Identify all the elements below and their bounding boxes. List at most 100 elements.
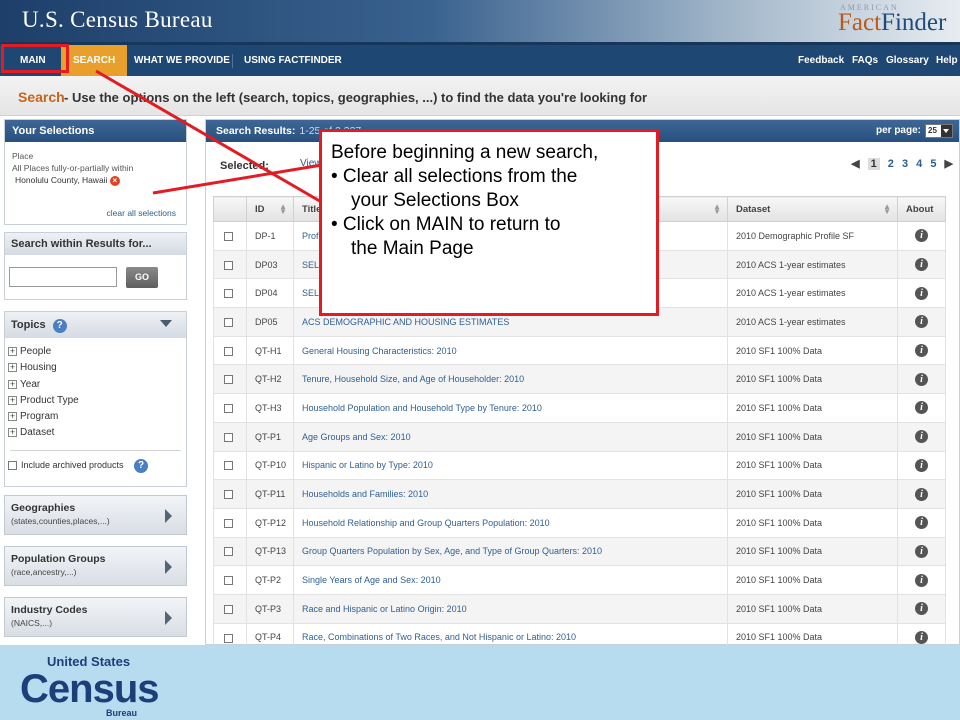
row-checkbox[interactable] <box>223 633 233 643</box>
page-link[interactable]: 1 <box>867 158 880 170</box>
page-link[interactable]: 2 <box>888 158 894 170</box>
topic-item-people[interactable]: + People <box>8 344 186 360</box>
per-page-select[interactable]: 25 <box>925 124 953 138</box>
row-title-link[interactable]: Tenure, Household Size, and Age of House… <box>302 374 524 384</box>
expand-plus-icon[interactable]: + <box>8 412 17 422</box>
topic-item-dataset[interactable]: + Dataset <box>8 425 186 441</box>
info-icon[interactable]: i <box>915 372 928 386</box>
nav-glossary[interactable]: Glossary <box>886 45 929 76</box>
info-icon[interactable]: i <box>915 630 928 644</box>
topic-item-program[interactable]: + Program <box>8 409 186 425</box>
selection-line2: Honolulu County, Hawaii <box>15 175 108 185</box>
row-title-link[interactable]: Household Relationship and Group Quarter… <box>302 518 550 528</box>
sort-icon[interactable]: ▲ ▼ <box>279 203 287 216</box>
row-title-link[interactable]: General Housing Characteristics: 2010 <box>302 346 457 356</box>
row-checkbox[interactable] <box>223 547 233 557</box>
row-id: QT-H2 <box>246 364 294 395</box>
row-id: DP03 <box>246 249 294 280</box>
geographies-accordion[interactable]: Geographies (states,counties,places,...) <box>4 495 187 535</box>
page-link[interactable]: 5 <box>930 158 936 170</box>
row-dataset: 2010 SF1 100% Data <box>727 421 898 452</box>
accordion-title: Geographies <box>11 502 76 514</box>
go-button[interactable]: GO <box>126 267 158 288</box>
row-checkbox[interactable] <box>223 231 233 241</box>
help-question-icon[interactable]: ? <box>52 319 67 333</box>
industry-codes-accordion[interactable]: Industry Codes (NAICS,...) <box>4 597 187 637</box>
row-checkbox[interactable] <box>223 576 233 586</box>
info-icon[interactable]: i <box>915 458 928 472</box>
row-checkbox[interactable] <box>223 518 233 528</box>
info-icon[interactable]: i <box>915 258 928 272</box>
row-title-link[interactable]: Age Groups and Sex: 2010 <box>302 432 411 442</box>
page-link[interactable]: 3 <box>902 158 908 170</box>
expand-plus-icon[interactable]: + <box>8 379 17 389</box>
nav-faqs[interactable]: FAQs <box>852 45 878 76</box>
row-about-cell: i <box>897 364 946 395</box>
expand-plus-icon[interactable]: + <box>8 347 17 356</box>
selection-label: Place <box>12 151 34 161</box>
row-id: QT-P1 <box>246 421 294 452</box>
info-icon[interactable]: i <box>915 602 928 616</box>
row-title-link[interactable]: Group Quarters Population by Sex, Age, a… <box>302 546 602 556</box>
row-checkbox[interactable] <box>223 604 233 614</box>
collapse-triangle-icon[interactable] <box>160 320 172 327</box>
row-title-link[interactable]: ACS DEMOGRAPHIC AND HOUSING ESTIMATES <box>302 317 509 327</box>
row-checkbox[interactable] <box>223 404 233 414</box>
topic-item-product-type[interactable]: + Product Type <box>8 393 186 409</box>
topics-header[interactable]: Topics ? <box>5 312 186 338</box>
expand-plus-icon[interactable]: + <box>8 363 17 373</box>
row-checkbox[interactable] <box>223 375 233 385</box>
factfinder-logo[interactable]: FactFinder <box>838 9 946 37</box>
row-checkbox[interactable] <box>223 461 233 471</box>
row-checkbox-cell <box>213 335 247 366</box>
info-icon[interactable]: i <box>915 430 928 444</box>
row-checkbox[interactable] <box>223 260 233 270</box>
row-title-link[interactable]: Households and Families: 2010 <box>302 489 428 499</box>
table-row: QT-P10 Hispanic or Latino by Type: 2010 20… <box>213 450 946 481</box>
nav-what-we-provide[interactable]: WHAT WE PROVIDE <box>122 45 242 76</box>
next-page-icon[interactable]: ▶ <box>945 157 953 170</box>
id-column-header[interactable]: ID ▲ ▼ <box>246 196 294 222</box>
sort-icon[interactable]: ▲ ▼ <box>883 203 891 216</box>
row-checkbox[interactable] <box>223 346 233 356</box>
row-title-link[interactable]: Race, Combinations of Two Races, and Not… <box>302 632 576 642</box>
row-title-link[interactable]: Single Years of Age and Sex: 2010 <box>302 575 441 585</box>
population-groups-accordion[interactable]: Population Groups (race,ancestry,...) <box>4 546 187 586</box>
census-bureau-brand[interactable]: U.S. Census Bureau <box>22 7 213 33</box>
topic-item-housing[interactable]: + Housing <box>8 360 186 376</box>
help-question-icon[interactable]: ? <box>134 458 149 473</box>
dataset-column-header[interactable]: Dataset ▲ ▼ <box>727 196 898 222</box>
info-icon[interactable]: i <box>915 315 928 329</box>
remove-selection-icon[interactable]: × <box>109 175 120 186</box>
include-archived-checkbox[interactable] <box>8 460 17 470</box>
nav-feedback[interactable]: Feedback <box>798 45 844 76</box>
row-checkbox[interactable] <box>223 432 233 442</box>
info-icon[interactable]: i <box>915 544 928 558</box>
info-icon[interactable]: i <box>915 286 928 300</box>
nav-search[interactable]: SEARCH <box>61 45 128 76</box>
info-icon[interactable]: i <box>915 229 928 243</box>
table-row: QT-P13 Group Quarters Population by Sex, … <box>213 536 946 567</box>
info-icon[interactable]: i <box>915 344 928 358</box>
nav-help[interactable]: Help <box>936 45 958 76</box>
row-checkbox[interactable] <box>223 490 233 500</box>
row-about-cell: i <box>897 221 946 251</box>
info-icon[interactable]: i <box>915 516 928 530</box>
info-icon[interactable]: i <box>915 487 928 501</box>
info-icon[interactable]: i <box>915 573 928 587</box>
search-within-input[interactable] <box>9 267 117 287</box>
clear-all-selections-link[interactable]: clear all selections <box>107 208 176 218</box>
expand-plus-icon[interactable]: + <box>8 395 17 405</box>
sort-icon[interactable]: ▲ ▼ <box>713 203 721 216</box>
page-link[interactable]: 4 <box>916 158 922 170</box>
nav-using-factfinder[interactable]: USING FACTFINDER <box>232 45 354 76</box>
row-checkbox[interactable] <box>223 317 233 327</box>
row-title-link[interactable]: Hispanic or Latino by Type: 2010 <box>302 460 433 470</box>
topic-item-year[interactable]: + Year <box>8 377 186 393</box>
row-title-link[interactable]: Household Population and Household Type … <box>302 403 542 413</box>
info-icon[interactable]: i <box>915 401 928 415</box>
expand-plus-icon[interactable]: + <box>8 428 17 438</box>
prev-page-icon[interactable]: ◀ <box>851 157 859 170</box>
row-title-link[interactable]: Race and Hispanic or Latino Origin: 2010 <box>302 604 467 614</box>
row-checkbox[interactable] <box>223 289 233 299</box>
